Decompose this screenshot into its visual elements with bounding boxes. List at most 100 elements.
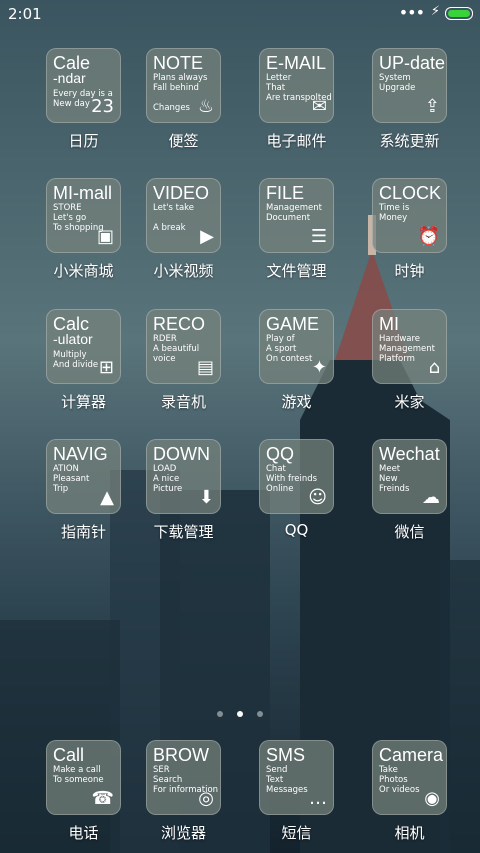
- app-label: 计算器: [60, 393, 106, 411]
- app-shopping-bag[interactable]: MI-mall STORE Let's go To shopping ▣ 小米商城: [27, 178, 140, 281]
- app-tile[interactable]: SMS Send Text Messages…: [259, 740, 334, 815]
- alarm-clock-icon: ⏰: [417, 226, 440, 247]
- tile-title: BROW: [153, 745, 209, 765]
- app-tile[interactable]: E-MAIL Letter That Are transpolted ✉: [259, 48, 334, 123]
- app-label: 便签: [168, 132, 199, 150]
- tile-caption: New day: [53, 99, 90, 109]
- penguin-icon: ☺: [308, 487, 327, 508]
- app-camera[interactable]: Camera Take Photos Or videos ◉ 相机: [353, 740, 466, 843]
- app-chat-bubbles[interactable]: Wechat Meet New Freinds ☁ 微信: [353, 439, 466, 542]
- tile-title: GAME: [266, 314, 320, 334]
- app-tile[interactable]: UP-date System Upgrade ⇪: [372, 48, 447, 123]
- message-bubble-icon: …: [309, 788, 327, 809]
- tile-caption: Multiply: [53, 350, 87, 360]
- tile-title: DOWN: [153, 444, 210, 464]
- tile-caption: Make a call: [53, 765, 101, 775]
- tile-caption: Platform: [379, 354, 415, 364]
- tile-caption: Search: [153, 775, 183, 785]
- mijia-home-icon: ⌂: [428, 357, 440, 378]
- navigation-arrow-icon: ▲: [100, 487, 114, 508]
- tile-title: SMS: [266, 745, 306, 765]
- tile-caption: With freinds: [266, 474, 318, 484]
- shopping-bag-icon: ▣: [96, 226, 114, 247]
- app-tile[interactable]: RECO RDER A beautiful voice ▤: [146, 309, 221, 384]
- tile-caption: Changes: [153, 103, 190, 113]
- app-penguin[interactable]: QQ Chat With freinds Online ☺ QQ: [240, 439, 353, 539]
- film-icon: ▶: [200, 226, 214, 247]
- app-label: 电话: [68, 824, 99, 842]
- phone-icon: ☎: [91, 788, 114, 809]
- app-label: 文件管理: [266, 262, 327, 280]
- app-calendar[interactable]: Cale -ndar Every day is a New day 23 日历: [27, 48, 140, 151]
- app-tile[interactable]: Cale -ndar Every day is a New day 23: [46, 48, 121, 123]
- tile-caption: Management: [379, 344, 435, 354]
- app-tile[interactable]: MI Hardware Management Platform ⌂: [372, 309, 447, 384]
- app-tile[interactable]: QQ Chat With freinds Online ☺: [259, 439, 334, 514]
- app-tile[interactable]: FILE Management Document ☰: [259, 178, 334, 253]
- app-cassette[interactable]: RECO RDER A beautiful voice ▤ 录音机: [127, 309, 240, 412]
- app-alarm-clock[interactable]: CLOCK Time is Money ⏰ 时钟: [353, 178, 466, 281]
- tile-caption: Trip: [53, 484, 69, 494]
- app-tile[interactable]: Call Make a call To someone ☎: [46, 740, 121, 815]
- app-navigation-arrow[interactable]: NAVIG ATION Pleasant Trip ▲ 指南针: [27, 439, 140, 542]
- tile-caption: On contest: [266, 354, 313, 364]
- app-tag[interactable]: NOTE Plans always Fall behind Changes ♨ 便签: [127, 48, 240, 151]
- app-label: QQ: [284, 521, 309, 539]
- tile-caption: Upgrade: [379, 83, 416, 93]
- app-mijia-home[interactable]: MI Hardware Management Platform ⌂ 米家: [353, 309, 466, 412]
- tile-caption: Messages: [266, 785, 308, 795]
- tile-title: Wechat: [379, 444, 440, 464]
- app-download[interactable]: DOWN LOAD A nice Picture ⬇ 下载管理: [127, 439, 240, 542]
- tag-icon: ♨: [197, 96, 214, 117]
- app-message-bubble[interactable]: SMS Send Text Messages… 短信: [240, 740, 353, 843]
- charging-icon: ⚡: [430, 4, 440, 19]
- app-label: 微信: [394, 523, 425, 541]
- page-indicator[interactable]: [0, 702, 480, 721]
- app-tile[interactable]: GAME Play of A sport On contest ✦: [259, 309, 334, 384]
- tile-caption: Chat: [266, 464, 286, 474]
- app-tile[interactable]: Calc -ulator Multiply And divide ⊞: [46, 309, 121, 384]
- tile-caption: Take: [379, 765, 398, 775]
- tile-caption: SER: [153, 765, 170, 775]
- tile-title: MI: [379, 314, 399, 334]
- app-label: 时钟: [394, 262, 425, 280]
- tile-caption: Let's take: [153, 203, 195, 213]
- tile-caption: Hardware: [379, 334, 421, 344]
- tile-title: CLOCK: [379, 183, 442, 203]
- app-gamepad[interactable]: GAME Play of A sport On contest ✦ 游戏: [240, 309, 353, 412]
- page-dot[interactable]: [257, 711, 263, 717]
- envelope-icon: ✉: [311, 96, 327, 117]
- app-phone[interactable]: Call Make a call To someone ☎ 电话: [27, 740, 140, 843]
- app-tile[interactable]: CLOCK Time is Money ⏰: [372, 178, 447, 253]
- app-label: 录音机: [160, 393, 206, 411]
- app-tile[interactable]: Camera Take Photos Or videos ◉: [372, 740, 447, 815]
- app-label: 游戏: [281, 393, 312, 411]
- app-tile[interactable]: VIDEO Let's take A break ▶: [146, 178, 221, 253]
- app-tile[interactable]: DOWN LOAD A nice Picture ⬇: [146, 439, 221, 514]
- app-label: 电子邮件: [266, 132, 327, 150]
- app-film[interactable]: VIDEO Let's take A break ▶ 小米视频: [127, 178, 240, 281]
- tile-title: MI-mall: [53, 183, 112, 203]
- app-label: 下载管理: [153, 523, 214, 541]
- page-dot[interactable]: [237, 711, 243, 717]
- tile-caption: Pleasant: [53, 474, 90, 484]
- app-tile[interactable]: MI-mall STORE Let's go To shopping ▣: [46, 178, 121, 253]
- app-tile[interactable]: BROW SER Search For information ◎: [146, 740, 221, 815]
- tile-caption: Picture: [153, 484, 183, 494]
- app-inbox-tray[interactable]: FILE Management Document ☰ 文件管理: [240, 178, 353, 281]
- app-upgrade[interactable]: UP-date System Upgrade ⇪ 系统更新: [353, 48, 466, 151]
- tile-caption: A nice: [153, 474, 180, 484]
- tile-caption: New: [379, 474, 398, 484]
- app-tile[interactable]: NOTE Plans always Fall behind Changes ♨: [146, 48, 221, 123]
- tile-caption: LOAD: [153, 464, 177, 474]
- tile-title-2: -ulator: [53, 331, 93, 347]
- app-calculator[interactable]: Calc -ulator Multiply And divide ⊞ 计算器: [27, 309, 140, 412]
- app-browser-compass[interactable]: BROW SER Search For information ◎ 浏览器: [127, 740, 240, 843]
- app-label: 相机: [394, 824, 425, 842]
- page-dot[interactable]: [217, 711, 223, 717]
- app-tile[interactable]: Wechat Meet New Freinds ☁: [372, 439, 447, 514]
- calculator-icon: ⊞: [98, 357, 114, 378]
- app-envelope[interactable]: E-MAIL Letter That Are transpolted ✉ 电子邮件: [240, 48, 353, 151]
- tile-title: UP-date: [379, 53, 446, 73]
- app-tile[interactable]: NAVIG ATION Pleasant Trip ▲: [46, 439, 121, 514]
